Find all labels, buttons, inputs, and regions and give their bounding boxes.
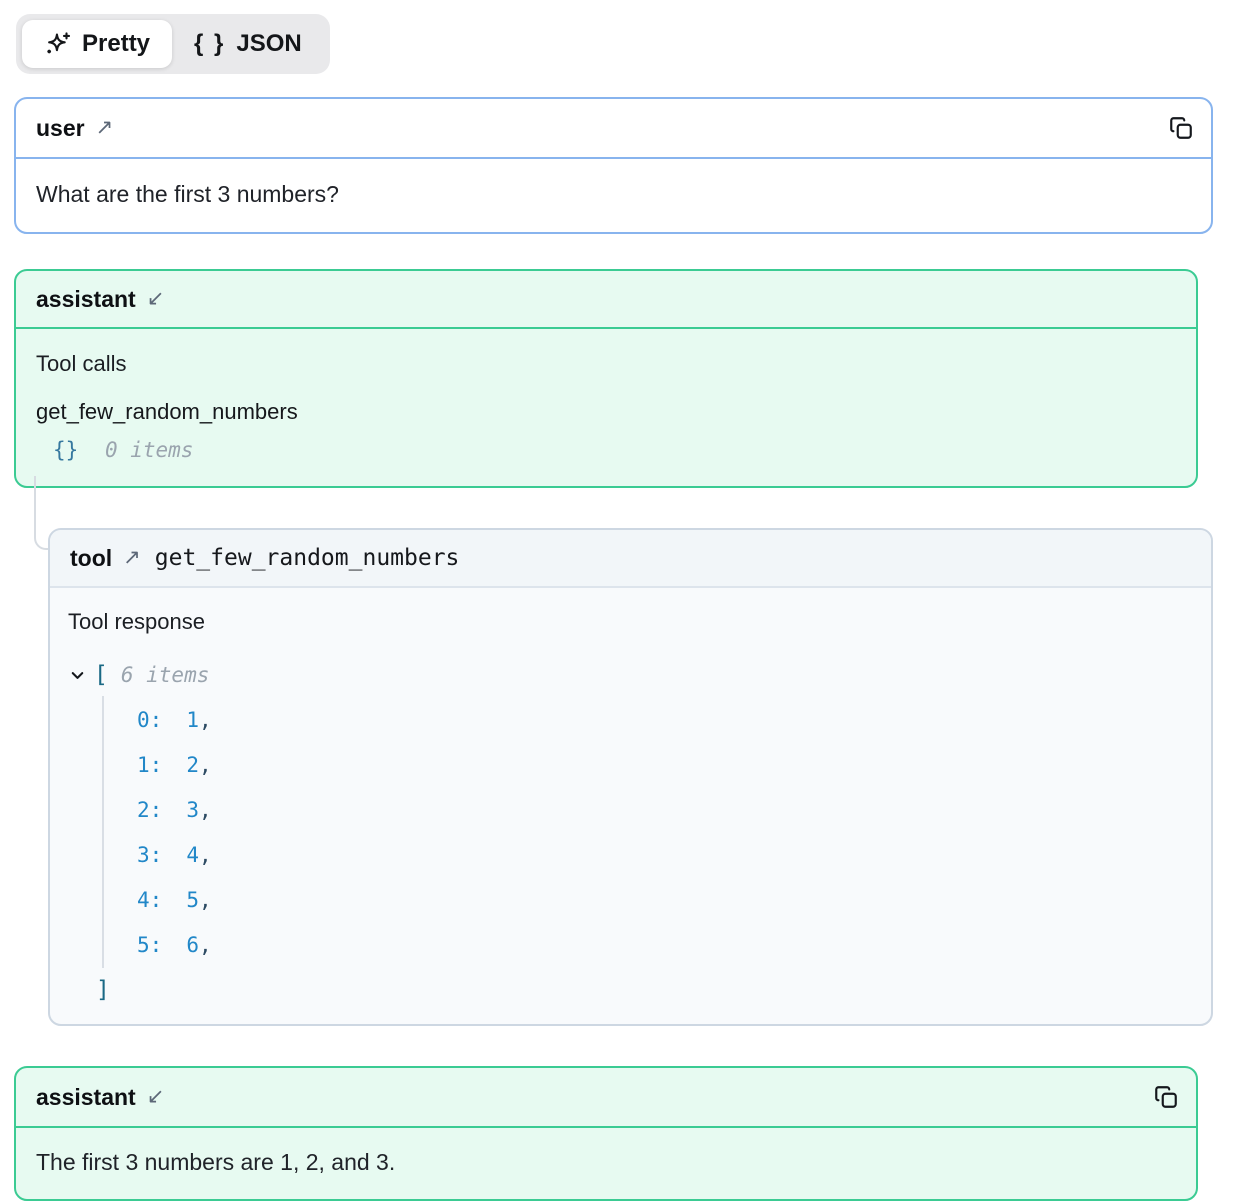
user-message-card: user ↗ What are the first 3 numbers? (14, 97, 1213, 234)
copy-icon (1168, 115, 1194, 141)
role-label-assistant: assistant (36, 1083, 136, 1111)
json-array-rows: 0:1, 1:2, 2:3, 3:4, 4:5, 5:6, (102, 696, 1193, 968)
view-format-toggle: Pretty { } JSON (16, 14, 330, 74)
assistant-tool-call-card: assistant ↙ Tool calls get_few_random_nu… (14, 269, 1198, 488)
assistant-reply-header: assistant ↙ (16, 1068, 1196, 1128)
tool-call-flow: assistant ↙ Tool calls get_few_random_nu… (14, 269, 1244, 1026)
assistant-tool-call-body: Tool calls get_few_random_numbers {} 0 i… (16, 329, 1196, 486)
open-bracket: [ (94, 661, 108, 690)
copy-button[interactable] (1151, 1082, 1181, 1112)
json-array-row: 3:4, (137, 833, 1193, 878)
assistant-reply-card: assistant ↙ The first 3 numbers are 1, 2… (14, 1066, 1198, 1201)
tool-response-label: Tool response (68, 608, 1193, 636)
collapse-array-button[interactable] (68, 666, 89, 685)
copy-icon (1153, 1084, 1179, 1110)
json-array-row: 1:2, (137, 743, 1193, 788)
chevron-down-icon (68, 666, 87, 685)
assistant-card-header: assistant ↙ (16, 271, 1196, 329)
copy-button[interactable] (1166, 113, 1196, 143)
tool-call-connector-line (34, 476, 48, 550)
tool-calls-label: Tool calls (36, 350, 1176, 378)
json-braces-icon: { } (194, 29, 225, 59)
pretty-toggle-label: Pretty (82, 29, 150, 59)
json-array-footer: ] (96, 972, 1193, 1008)
tool-call-name: get_few_random_numbers (36, 398, 1176, 426)
tool-card-header: tool ↗ get_few_random_numbers (50, 530, 1211, 588)
tool-response-name: get_few_random_numbers (155, 544, 460, 572)
json-array-row: 0:1, (137, 698, 1193, 743)
role-label-tool: tool (70, 544, 112, 572)
arrow-up-right-icon: ↗ (123, 546, 141, 570)
array-items-count: 6 items (121, 661, 210, 690)
json-tree: [ 6 items 0:1, 1:2, 2:3, 3:4, 4:5, 5:6, … (68, 660, 1193, 1008)
args-items-count: 0 items (105, 438, 194, 462)
user-message-content: What are the first 3 numbers? (16, 159, 1211, 232)
arrow-up-right-icon: ↗ (96, 116, 114, 140)
json-array-header: [ 6 items (68, 660, 1193, 690)
arrow-down-left-icon: ↙ (147, 1085, 165, 1109)
empty-object-braces: {} (53, 438, 78, 462)
json-toggle-label: JSON (236, 29, 301, 59)
tool-response-card: tool ↗ get_few_random_numbers Tool respo… (48, 528, 1213, 1026)
sparkle-icon (44, 31, 71, 58)
tool-response-body: Tool response [ 6 items 0:1, 1:2, (50, 588, 1211, 1024)
trace-viewer-page: Pretty { } JSON user ↗ What are the firs… (0, 0, 1244, 1201)
assistant-reply-content: The first 3 numbers are 1, 2, and 3. (16, 1128, 1196, 1199)
close-bracket: ] (96, 977, 110, 1003)
role-label-assistant: assistant (36, 285, 136, 313)
json-toggle-button[interactable]: { } JSON (172, 20, 324, 68)
user-card-header: user ↗ (16, 99, 1211, 159)
role-label-user: user (36, 114, 85, 142)
json-array-row: 2:3, (137, 788, 1193, 833)
tool-call-args: {} 0 items (53, 437, 1176, 463)
json-array-row: 4:5, (137, 878, 1193, 923)
json-array-row: 5:6, (137, 923, 1193, 968)
arrow-down-left-icon: ↙ (147, 287, 165, 311)
pretty-toggle-button[interactable]: Pretty (22, 20, 172, 68)
